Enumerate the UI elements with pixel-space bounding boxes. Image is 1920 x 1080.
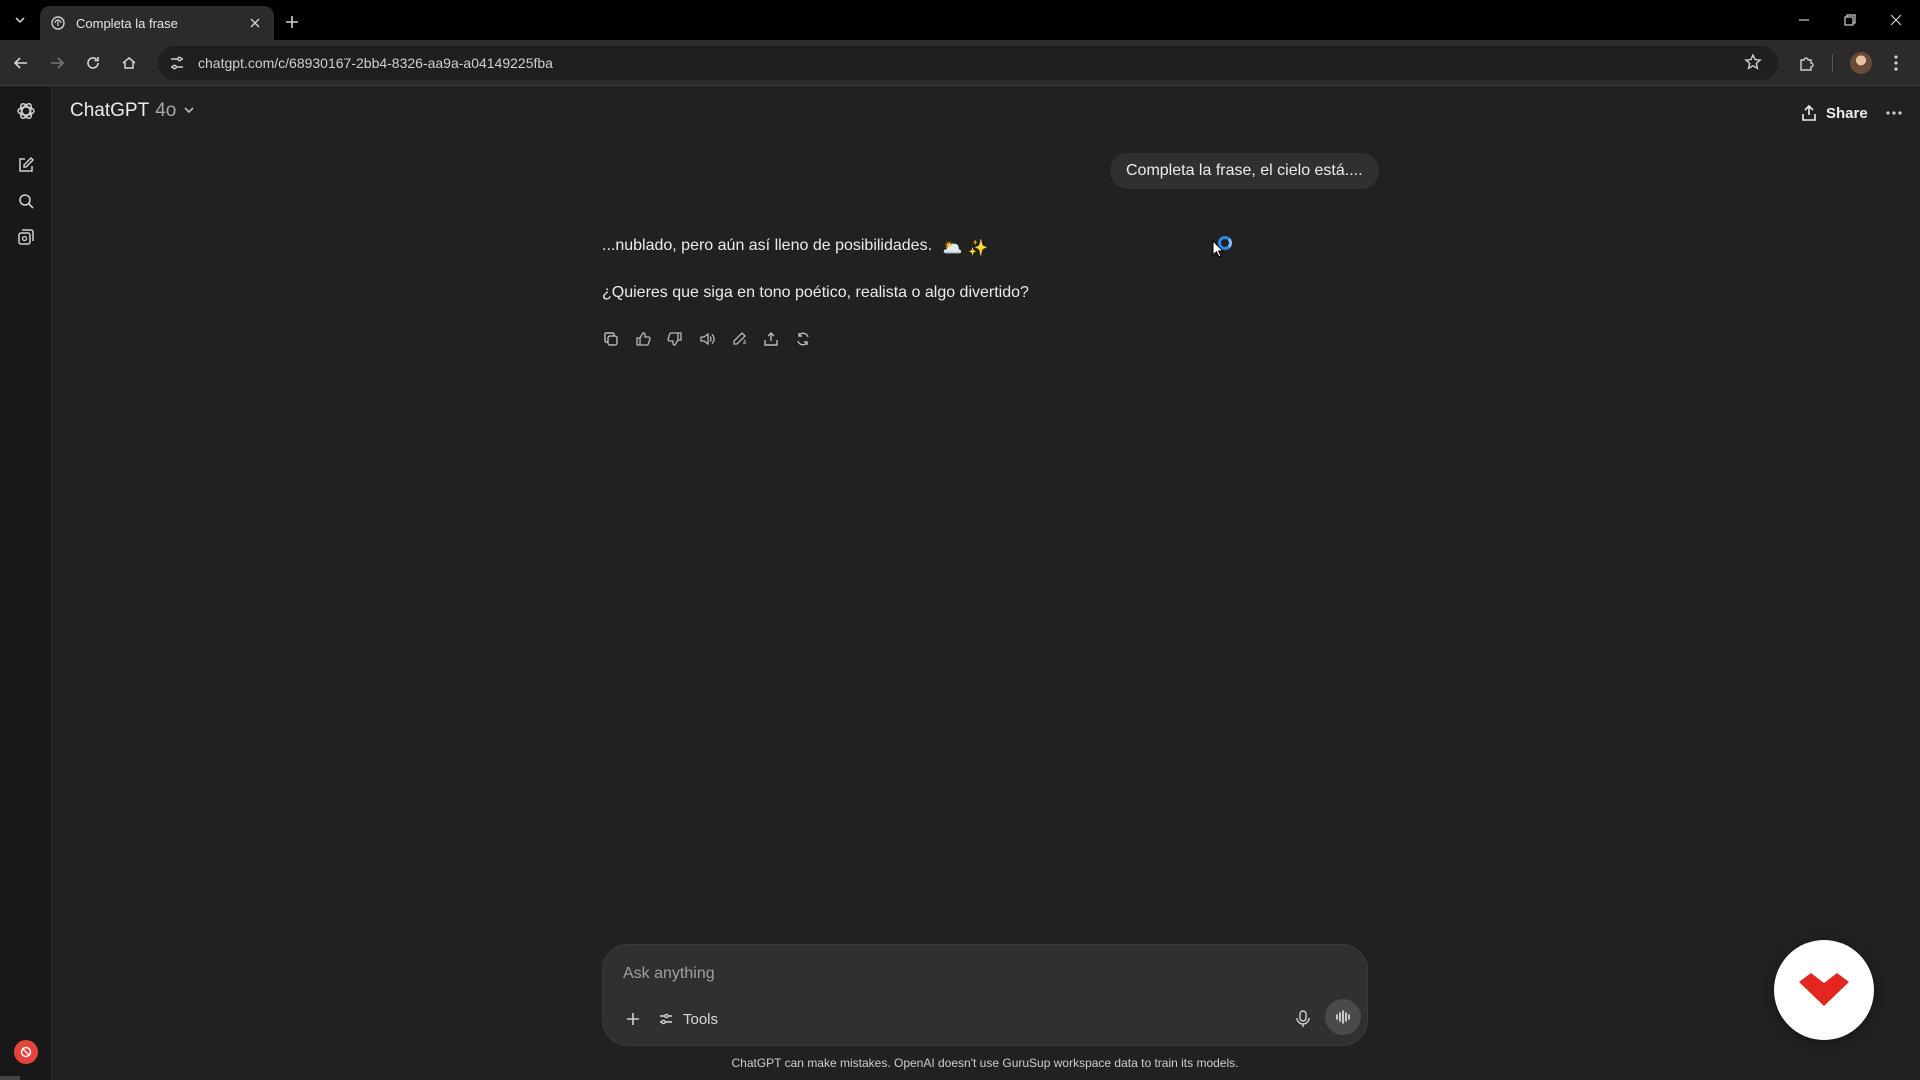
add-attachment-plus-icon[interactable] <box>619 1005 647 1033</box>
prompt-input[interactable] <box>623 959 1323 989</box>
assistant-message: ...nublado, pero aún así lleno de posibi… <box>602 236 1362 327</box>
share-label: Share <box>1826 104 1868 122</box>
browser-toolbar: chatgpt.com/c/68930167-2bb4-8326-aa9a-a0… <box>0 40 1920 86</box>
search-chats-icon[interactable] <box>12 187 40 215</box>
forward-arrow-icon[interactable] <box>44 50 70 76</box>
microphone-icon[interactable] <box>1289 1005 1317 1033</box>
browser-tab[interactable]: Completa la frase <box>40 6 274 40</box>
browser-menu-kebab-icon[interactable] <box>1884 50 1908 76</box>
site-settings-icon[interactable] <box>168 54 186 72</box>
cloud-emoji: 🌥️ <box>942 240 963 257</box>
disclaimer-text: ChatGPT can make mistakes. OpenAI doesn'… <box>731 1056 1239 1070</box>
horizontal-scrollbar[interactable] <box>0 1076 20 1080</box>
address-bar[interactable]: chatgpt.com/c/68930167-2bb4-8326-aa9a-a0… <box>158 46 1778 80</box>
share-upload-icon <box>1800 104 1818 122</box>
assistant-text-1: ...nublado, pero aún así lleno de posibi… <box>602 237 933 254</box>
read-aloud-speaker-icon[interactable] <box>696 328 718 350</box>
tools-label: Tools <box>683 1010 719 1028</box>
tab-title: Completa la frase <box>76 15 178 31</box>
message-actions <box>600 328 814 350</box>
model-name: ChatGPT <box>70 100 150 121</box>
tab-search-chevron-icon[interactable] <box>6 8 34 32</box>
share-button[interactable]: Share <box>1800 100 1868 126</box>
new-chat-icon[interactable] <box>12 151 40 179</box>
brand-logo-badge[interactable] <box>1774 940 1874 1040</box>
openai-logo-icon[interactable] <box>12 97 40 125</box>
new-tab-plus-icon[interactable] <box>280 10 304 34</box>
assistant-paragraph: ...nublado, pero aún así lleno de posibi… <box>602 236 1362 259</box>
reload-icon[interactable] <box>80 50 106 76</box>
chevron-down-icon <box>182 103 198 119</box>
toolbar-divider <box>1832 54 1833 72</box>
user-message-bubble: Completa la frase, el cielo está.... <box>1110 153 1379 189</box>
assistant-paragraph: ¿Quieres que siga en tono poético, reali… <box>602 284 1029 301</box>
sidebar <box>0 87 52 1080</box>
share-upload-icon[interactable] <box>760 328 782 350</box>
url-text[interactable]: chatgpt.com/c/68930167-2bb4-8326-aa9a-a0… <box>198 55 1744 71</box>
extensions-puzzle-icon[interactable] <box>1794 50 1820 76</box>
tools-button[interactable]: Tools <box>657 1005 718 1033</box>
home-icon[interactable] <box>116 50 142 76</box>
chatgpt-favicon-icon <box>50 15 66 31</box>
model-selector[interactable]: ChatGPT 4o <box>70 100 198 122</box>
profile-avatar[interactable] <box>1850 52 1872 74</box>
library-images-icon[interactable] <box>12 223 40 251</box>
bookmark-star-icon[interactable] <box>1744 53 1764 73</box>
edit-pencil-icon[interactable] <box>728 328 750 350</box>
red-chevron-logo-icon <box>1799 973 1849 1006</box>
more-options-icon[interactable] <box>1880 100 1908 126</box>
composer: Tools <box>602 944 1368 1046</box>
tools-sliders-icon <box>657 1010 675 1028</box>
user-avatar-icon[interactable] <box>14 1040 38 1064</box>
sparkles-emoji: ✨ <box>968 240 989 257</box>
model-version: 4o <box>155 100 177 121</box>
voice-mode-waveform-icon[interactable] <box>1325 999 1361 1035</box>
restore-window-icon[interactable] <box>1830 6 1870 34</box>
minimize-window-icon[interactable] <box>1784 6 1824 34</box>
thumbs-down-icon[interactable] <box>664 328 686 350</box>
back-arrow-icon[interactable] <box>8 50 34 76</box>
thumbs-up-icon[interactable] <box>632 328 654 350</box>
close-tab-icon[interactable] <box>246 14 264 32</box>
browser-tab-bar: Completa la frase <box>0 0 1920 40</box>
mouse-cursor-icon <box>1212 240 1224 258</box>
close-window-icon[interactable] <box>1876 6 1916 34</box>
copy-icon[interactable] <box>600 328 622 350</box>
regenerate-icon[interactable] <box>792 328 814 350</box>
